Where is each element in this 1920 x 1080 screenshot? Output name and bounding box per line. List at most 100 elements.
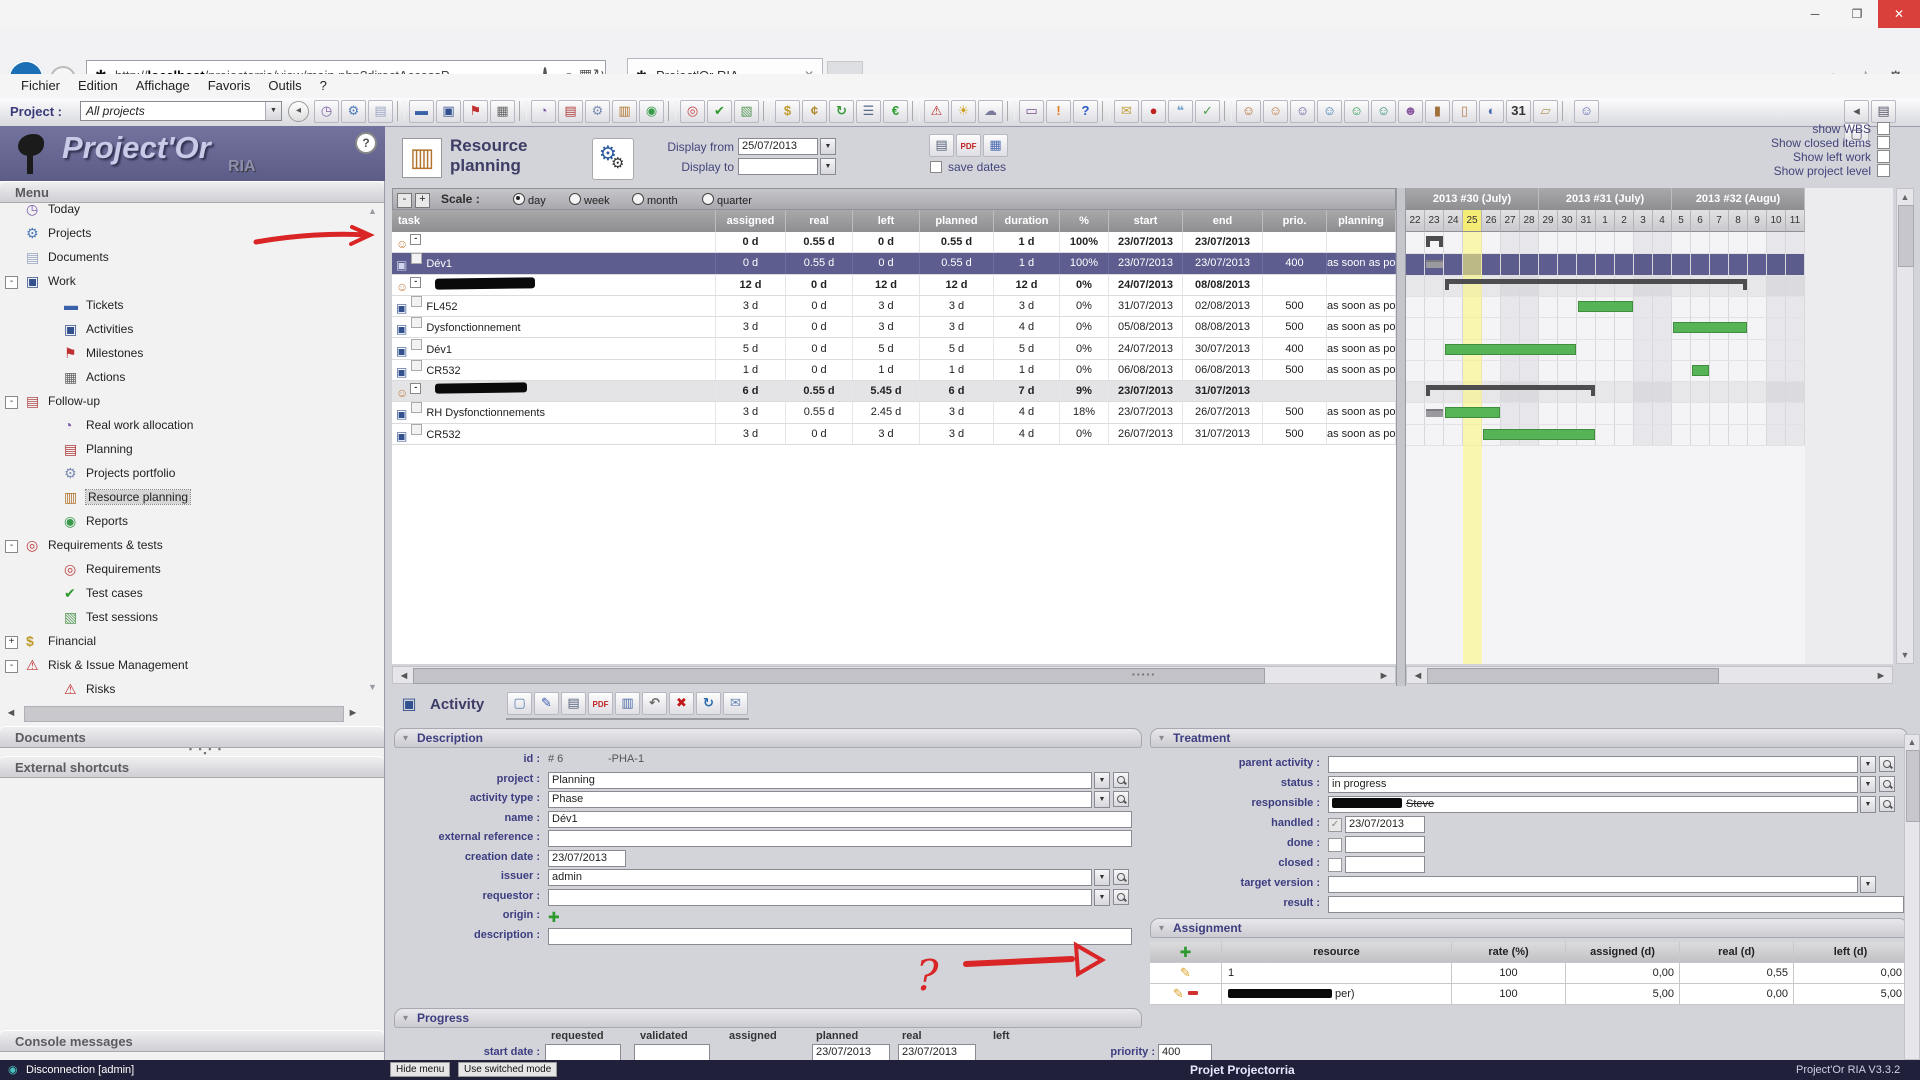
scroll-down-icon[interactable]: ▼ [1897, 647, 1913, 663]
radio-icon[interactable] [513, 193, 525, 205]
clients-icon[interactable]: ☻ [1398, 100, 1423, 123]
opportunities-icon[interactable]: ☀ [951, 100, 976, 123]
decisions-icon[interactable]: ! [1046, 100, 1071, 123]
sidebar-item-real-work-allocation[interactable]: ◔Real work allocation [0, 414, 384, 438]
progress-section-header[interactable]: Progress [394, 1008, 1142, 1028]
collapse-toolbar-button[interactable]: ◂ [288, 101, 309, 122]
gantt-vscrollbar[interactable]: ▲ ▼ [1896, 188, 1914, 664]
projects-portfolio-icon[interactable]: ⚙ [585, 100, 610, 123]
search-icon[interactable] [1113, 889, 1129, 905]
contacts-icon[interactable]: ☺ [1317, 100, 1342, 123]
column-header-end[interactable]: end [1183, 210, 1263, 232]
close-button[interactable]: ✕ [1878, 0, 1920, 28]
gantt-bar-bracket[interactable] [1426, 385, 1595, 390]
search-icon[interactable] [1879, 756, 1895, 772]
gantt-bar-planned[interactable] [1578, 301, 1633, 312]
toggle-checkbox[interactable] [1877, 164, 1890, 177]
gantt-bar-bracket[interactable] [1445, 279, 1747, 284]
collapse-icon[interactable]: - [410, 383, 421, 394]
delete-icon[interactable]: ✖ [669, 692, 694, 715]
disconnection-link[interactable]: Disconnection [admin] [26, 1064, 134, 1076]
add-origin-icon[interactable]: ✚ [548, 909, 560, 926]
sidebar-item-planning[interactable]: ▤Planning [0, 438, 384, 462]
print-icon[interactable]: ▤ [1871, 100, 1896, 123]
gantt-bar-real[interactable] [1426, 409, 1443, 417]
versions-icon[interactable]: ▯ [1452, 100, 1477, 123]
target-version-input[interactable] [1328, 876, 1858, 893]
radio-icon[interactable] [569, 193, 581, 205]
alerts-icon[interactable]: ● [1141, 100, 1166, 123]
real-work-allocation-icon[interactable]: ◔ [531, 100, 556, 123]
display-to-dropdown-icon[interactable]: ▼ [820, 158, 836, 175]
start-date-validated-input[interactable] [634, 1044, 710, 1061]
scroll-right-icon[interactable]: ► [1375, 667, 1393, 685]
scale-option-week[interactable]: week [569, 193, 610, 207]
tree-scroll-up-icon[interactable]: ▲ [368, 206, 377, 216]
remove-icon[interactable] [1188, 991, 1198, 995]
assignment-section-header[interactable]: Assignment [1150, 918, 1908, 938]
gantt-bar-planned[interactable] [1692, 365, 1709, 376]
parent-activity-input[interactable] [1328, 756, 1858, 773]
closed-input[interactable] [1345, 856, 1425, 873]
calendar-export-icon[interactable]: ▦ [983, 134, 1008, 157]
edit-pencil-icon[interactable]: ✎ [1173, 986, 1184, 1001]
collapse-icon[interactable]: - [5, 396, 18, 409]
menu-fichier[interactable]: Fichier [12, 74, 69, 97]
zoom-in-button[interactable]: + [415, 193, 430, 208]
calendars-icon[interactable]: 31 [1506, 100, 1531, 123]
toggle-checkbox[interactable] [1877, 150, 1890, 163]
teams-icon[interactable]: ☺ [1344, 100, 1369, 123]
products-icon[interactable]: ▮ [1425, 100, 1450, 123]
menu-outils[interactable]: Outils [259, 74, 310, 97]
project-input[interactable]: Planning [548, 772, 1092, 789]
reports-icon[interactable]: ◉ [639, 100, 664, 123]
closed-checkbox[interactable] [1328, 858, 1342, 872]
chevron-down-icon[interactable]: ▼ [265, 102, 281, 120]
pools-icon[interactable]: ☺ [1371, 100, 1396, 123]
search-icon[interactable] [1879, 796, 1895, 812]
display-to-input[interactable] [738, 158, 818, 175]
gantt-bar-real[interactable] [1426, 260, 1443, 268]
scroll-thumb[interactable] [1427, 668, 1719, 684]
project-filter-select[interactable]: All projects ▼ [80, 101, 282, 121]
sidebar-item-resource-planning[interactable]: ▥Resource planning [0, 486, 384, 510]
table-row[interactable]: ▣CR5321 d0 d1 d1 d1 d0%06/08/201306/08/2… [392, 360, 1396, 381]
sidebar-item-today[interactable]: ◷Today [0, 198, 384, 222]
creation-date-input[interactable]: 23/07/2013 [548, 850, 626, 867]
treatment-section-header[interactable]: Treatment [1150, 728, 1908, 748]
chevron-down-icon[interactable]: ▼ [1094, 772, 1110, 789]
table-row[interactable]: ▣RH Dysfonctionnements3 d0.55 d2.45 d3 d… [392, 402, 1396, 423]
expenses-icon[interactable]: ↻ [829, 100, 854, 123]
column-header-planning[interactable]: planning [1327, 210, 1396, 232]
documents-icon[interactable]: ▤ [368, 100, 393, 123]
workflows-icon[interactable]: ▱ [1533, 100, 1558, 123]
menu-[interactable]: ? [311, 74, 336, 97]
sidebar-item-test-sessions[interactable]: ▧Test sessions [0, 606, 384, 630]
column-header-real[interactable]: real [786, 210, 853, 232]
sidebar-item-risks[interactable]: ⚠Risks [0, 678, 384, 702]
sidebar-item-risk-issue-management[interactable]: -⚠Risk & Issue Management [0, 654, 384, 678]
scroll-up-icon[interactable]: ▲ [1897, 189, 1913, 205]
sidebar-item-tickets[interactable]: ▬Tickets [0, 294, 384, 318]
table-row[interactable]: ▣Dév10 d0.55 d0 d0.55 d1 d100%23/07/2013… [392, 253, 1396, 274]
column-header-assigned[interactable]: assigned [716, 210, 786, 232]
scale-option-month[interactable]: month [632, 193, 678, 207]
search-icon[interactable] [1113, 772, 1129, 788]
sidebar-item-financial[interactable]: +$Financial [0, 630, 384, 654]
edit-icon[interactable]: ✎ [534, 692, 559, 715]
gantt-hscrollbar[interactable]: ◄ ► [1406, 666, 1893, 684]
description-section-header[interactable]: Description [394, 728, 1142, 748]
activity-prices-icon[interactable]: ☰ [856, 100, 881, 123]
copy-icon[interactable]: ▥ [615, 692, 640, 715]
table-row[interactable]: ▣FL4523 d0 d3 d3 d3 d0%31/07/201302/08/2… [392, 296, 1396, 317]
toggle-checkbox[interactable] [1877, 122, 1890, 135]
projects-icon[interactable]: ⚙ [341, 100, 366, 123]
sidebar-item-activities[interactable]: ▣Activities [0, 318, 384, 342]
print-icon[interactable]: ▤ [929, 134, 954, 157]
chevron-down-icon[interactable]: ▼ [1860, 756, 1876, 773]
sidebar-item-requirements-tests[interactable]: -◎Requirements & tests [0, 534, 384, 558]
radio-icon[interactable] [702, 193, 714, 205]
chevron-down-icon[interactable]: ▼ [1860, 876, 1876, 893]
gantt-bar-planned[interactable] [1445, 344, 1576, 355]
checklists-icon[interactable]: ✓ [1195, 100, 1220, 123]
